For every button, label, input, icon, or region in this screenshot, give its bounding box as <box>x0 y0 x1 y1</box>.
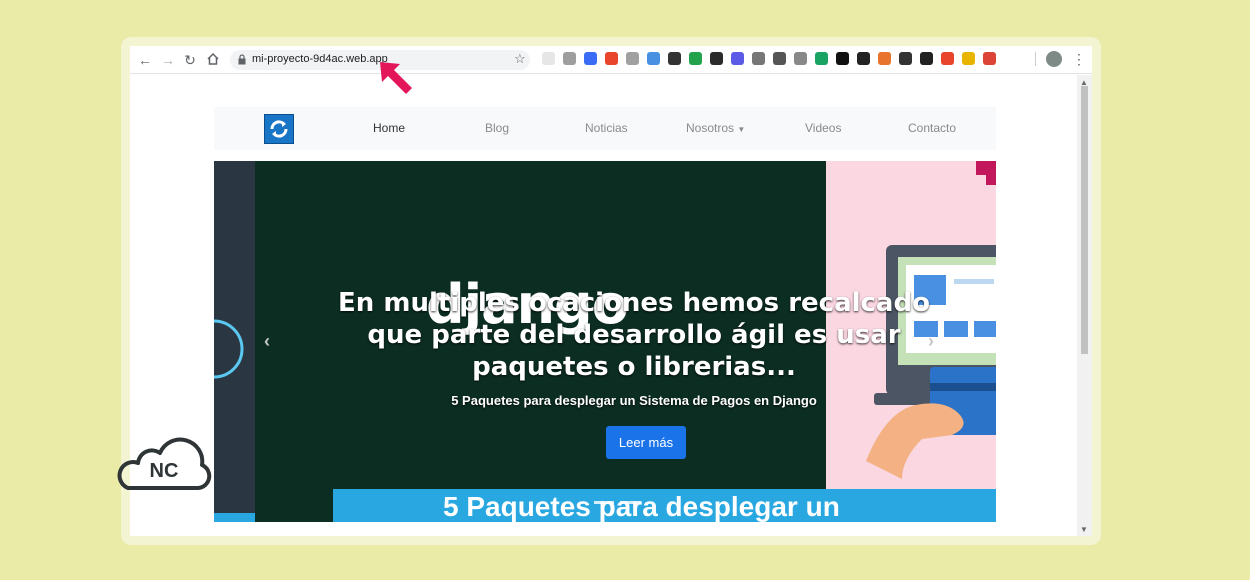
hero-headline: En multiples ocaciones hemos recalcado q… <box>334 287 934 383</box>
site-navbar: Home Blog Noticias Nosotros ▼ Videos Con… <box>214 107 996 150</box>
headline-line-2: que parte del desarrollo ágil es usar <box>367 320 901 350</box>
browser-toolbar: ← → ↻ mi-proyecto-9d4ac.web.app ☆ ⋮ <box>130 46 1092 74</box>
extension-icon[interactable] <box>815 52 828 65</box>
back-arrow-icon[interactable]: ← <box>137 52 153 68</box>
hero-carousel: django En multiples ocaciones hemos reca… <box>214 161 996 522</box>
annotation-arrow-icon <box>380 62 412 94</box>
hero-subtitle: 5 Paquetes para desplegar un Sistema de … <box>451 393 817 408</box>
extension-icon[interactable] <box>647 52 660 65</box>
extension-icon[interactable] <box>857 52 870 65</box>
banner-text: 5 Paquetes para desplegar un <box>443 491 840 522</box>
scroll-thumb[interactable] <box>1081 86 1088 354</box>
extension-icon[interactable] <box>878 52 891 65</box>
nc-cloud-logo: NC <box>117 437 212 490</box>
nav-about-label: Nosotros <box>686 121 735 135</box>
reload-icon[interactable]: ↻ <box>182 52 198 68</box>
bookmark-star-icon[interactable]: ☆ <box>514 51 526 67</box>
carousel-next-icon[interactable]: › <box>928 331 934 352</box>
extension-icon[interactable] <box>710 52 723 65</box>
extension-icon[interactable] <box>773 52 786 65</box>
nav-contact[interactable]: Contacto <box>908 121 956 135</box>
caret-down-icon: ▼ <box>737 125 746 134</box>
forward-arrow-icon[interactable]: → <box>160 52 176 68</box>
home-icon[interactable] <box>205 52 221 68</box>
extension-icon[interactable] <box>920 52 933 65</box>
extension-icon[interactable] <box>962 52 975 65</box>
extension-icon[interactable] <box>899 52 912 65</box>
extension-icon[interactable] <box>941 52 954 65</box>
read-more-button[interactable]: Leer más <box>606 426 686 459</box>
page-scrollbar[interactable]: ▲ ▼ <box>1077 75 1092 536</box>
extension-icon[interactable] <box>563 52 576 65</box>
profile-avatar[interactable] <box>1046 51 1062 67</box>
carousel-indicator[interactable] <box>594 501 614 504</box>
url-text: mi-proyecto-9d4ac.web.app <box>252 53 388 65</box>
extension-icon[interactable] <box>689 52 702 65</box>
nav-videos[interactable]: Videos <box>805 121 841 135</box>
toolbar-separator <box>1035 52 1036 66</box>
nc-logo-text: NC <box>150 460 179 482</box>
scroll-down-icon[interactable]: ▼ <box>1080 525 1088 534</box>
extension-icon[interactable] <box>668 52 681 65</box>
extension-icon[interactable] <box>794 52 807 65</box>
nav-blog[interactable]: Blog <box>485 121 509 135</box>
site-logo[interactable] <box>264 114 294 144</box>
lock-icon <box>238 54 246 65</box>
carousel-prev-icon[interactable]: ‹ <box>264 331 270 352</box>
hero-bottom-banner: 5 Paquetes para desplegar un <box>333 489 996 522</box>
hero-left-decor <box>214 319 255 522</box>
nav-news[interactable]: Noticias <box>585 121 628 135</box>
extension-icon[interactable] <box>584 52 597 65</box>
browser-window: ← → ↻ mi-proyecto-9d4ac.web.app ☆ ⋮ ▲ ▼ <box>130 46 1092 536</box>
extension-icon[interactable] <box>626 52 639 65</box>
extension-icon[interactable] <box>731 52 744 65</box>
hero-left-panel <box>214 161 255 522</box>
headline-line-3: paquetes o librerias... <box>472 352 796 382</box>
browser-menu-icon[interactable]: ⋮ <box>1072 51 1086 67</box>
nav-about-dropdown[interactable]: Nosotros ▼ <box>686 121 745 135</box>
headline-line-1: En multiples ocaciones hemos recalcado <box>338 288 930 318</box>
extension-icon[interactable] <box>605 52 618 65</box>
extension-icon[interactable] <box>983 52 996 65</box>
extension-icon[interactable] <box>752 52 765 65</box>
nav-home[interactable]: Home <box>373 121 405 135</box>
extension-icon[interactable] <box>542 52 555 65</box>
refresh-logo-icon <box>270 120 288 138</box>
extension-icon[interactable] <box>836 52 849 65</box>
carousel-indicator[interactable] <box>620 501 640 504</box>
